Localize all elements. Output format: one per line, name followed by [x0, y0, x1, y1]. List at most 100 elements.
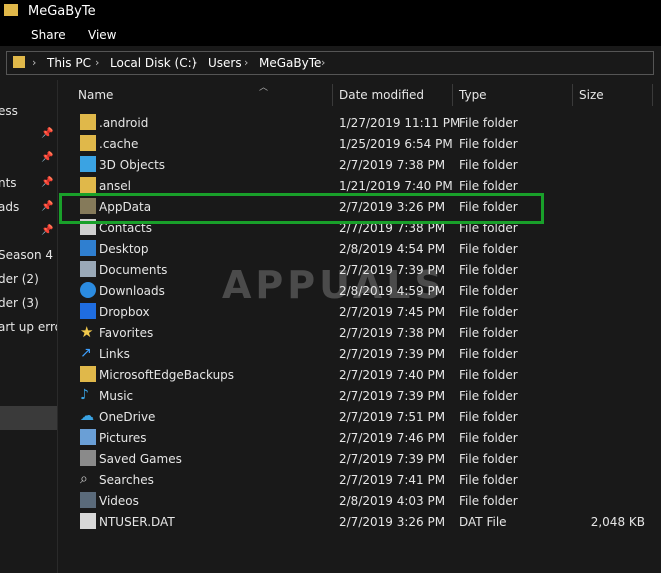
table-row[interactable]: Saved Games 2/7/2019 7:39 PM File folder — [60, 448, 661, 469]
downloads-icon — [80, 282, 96, 298]
column-divider[interactable] — [652, 84, 653, 106]
table-row[interactable]: Dropbox 2/7/2019 7:45 PM File folder — [60, 301, 661, 322]
address-bar: › This PC › Local Disk (C:) › Users › Me… — [0, 46, 661, 80]
folder-icon — [4, 4, 18, 16]
file-name: Documents — [99, 263, 168, 277]
table-row[interactable]: NTUSER.DAT 2/7/2019 3:26 PM DAT File 2,048 … — [60, 511, 661, 532]
file-date-modified: 1/27/2019 11:11 PM — [339, 116, 461, 130]
table-row[interactable]: 3D Objects 2/7/2019 7:38 PM File folder — [60, 154, 661, 175]
file-date-modified: 2/7/2019 7:45 PM — [339, 305, 446, 319]
nav-item-folder-3[interactable]: der (3) — [0, 296, 39, 310]
file-type: File folder — [459, 242, 518, 256]
folder-icon — [80, 177, 96, 193]
table-row[interactable]: ⌕ Searches 2/7/2019 7:41 PM File folder — [60, 469, 661, 490]
nav-item-downloads[interactable]: ads — [0, 200, 19, 214]
pictures-icon — [80, 429, 96, 445]
file-type: File folder — [459, 347, 518, 361]
nav-item-season[interactable]: Season 4 Co — [0, 248, 57, 262]
column-divider[interactable] — [452, 84, 453, 106]
column-type[interactable]: Type — [459, 88, 487, 102]
file-name: ansel — [99, 179, 131, 193]
music-icon: ♪ — [80, 387, 89, 403]
file-type: File folder — [459, 494, 518, 508]
nav-item-startup-error[interactable]: art up error — [0, 320, 57, 334]
table-row[interactable]: ↗ Links 2/7/2019 7:39 PM File folder — [60, 343, 661, 364]
table-row[interactable]: Documents 2/7/2019 7:39 PM File folder — [60, 259, 661, 280]
column-divider[interactable] — [572, 84, 573, 106]
file-date-modified: 2/7/2019 3:26 PM — [339, 515, 446, 529]
file-type: File folder — [459, 452, 518, 466]
table-row[interactable]: ♪ Music 2/7/2019 7:39 PM File folder — [60, 385, 661, 406]
column-name[interactable]: Name — [78, 88, 113, 102]
window-title: MeGaByTe — [28, 4, 96, 19]
search-icon: ⌕ — [80, 471, 88, 487]
file-date-modified: 2/7/2019 7:46 PM — [339, 431, 446, 445]
file-type: File folder — [459, 326, 518, 340]
file-date-modified: 1/21/2019 7:40 PM — [339, 179, 453, 193]
file-icon — [80, 513, 96, 529]
chevron-right-icon[interactable]: › — [193, 56, 197, 69]
file-name: .cache — [99, 137, 139, 151]
star-icon: ★ — [80, 323, 94, 341]
dropbox-icon — [80, 303, 96, 319]
highlight-box — [59, 193, 544, 224]
table-row[interactable]: MicrosoftEdgeBackups 2/7/2019 7:40 PM File… — [60, 364, 661, 385]
table-row[interactable]: .cache 1/25/2019 6:54 PM File folder — [60, 133, 661, 154]
nav-item-quick-access[interactable]: ess — [0, 104, 18, 118]
address-field[interactable]: › This PC › Local Disk (C:) › Users › Me… — [6, 51, 654, 75]
folder-icon — [80, 135, 96, 151]
navigation-pane[interactable]: ess 📌 📌 nts 📌 ads 📌 📌 Season 4 Co der (2… — [0, 80, 58, 573]
file-name: 3D Objects — [99, 158, 166, 172]
table-row[interactable]: Downloads 2/8/2019 4:59 PM File folder — [60, 280, 661, 301]
tab-view[interactable]: View — [88, 28, 116, 42]
file-type: File folder — [459, 284, 518, 298]
breadcrumb-this-pc[interactable]: This PC — [47, 56, 91, 70]
ribbon: Share View — [0, 24, 661, 46]
table-row[interactable]: Pictures 2/7/2019 7:46 PM File folder — [60, 427, 661, 448]
chevron-right-icon[interactable]: › — [244, 56, 248, 69]
links-icon: ↗ — [80, 345, 92, 361]
nav-item-documents[interactable]: nts — [0, 176, 17, 190]
table-row[interactable]: Desktop 2/8/2019 4:54 PM File folder — [60, 238, 661, 259]
chevron-right-icon[interactable]: › — [321, 56, 325, 69]
breadcrumb-local-disk[interactable]: Local Disk (C:) — [110, 56, 196, 70]
file-date-modified: 2/7/2019 7:51 PM — [339, 410, 446, 424]
column-divider[interactable] — [332, 84, 333, 106]
file-name: .android — [99, 116, 149, 130]
nav-item-selected[interactable] — [0, 406, 57, 430]
file-date-modified: 2/7/2019 7:38 PM — [339, 158, 446, 172]
pin-icon: 📌 — [41, 128, 54, 139]
sort-up-icon: ︿ — [259, 83, 269, 93]
file-date-modified: 2/8/2019 4:03 PM — [339, 494, 446, 508]
file-type: DAT File — [459, 515, 507, 529]
file-type: File folder — [459, 179, 518, 193]
pin-icon: 📌 — [41, 177, 54, 188]
folder-icon — [13, 56, 25, 68]
table-row[interactable]: .android 1/27/2019 11:11 PM File folder — [60, 112, 661, 133]
file-date-modified: 2/7/2019 7:39 PM — [339, 347, 446, 361]
chevron-right-icon[interactable]: › — [32, 56, 36, 69]
breadcrumb-megabyte[interactable]: MeGaByTe — [259, 56, 321, 70]
table-row[interactable]: ☁ OneDrive 2/7/2019 7:51 PM File folder — [60, 406, 661, 427]
file-type: File folder — [459, 389, 518, 403]
file-date-modified: 1/25/2019 6:54 PM — [339, 137, 453, 151]
chevron-right-icon[interactable]: › — [95, 56, 99, 69]
file-name: Links — [99, 347, 130, 361]
table-row[interactable]: ★ Favorites 2/7/2019 7:38 PM File folder — [60, 322, 661, 343]
column-date-modified[interactable]: Date modified — [339, 88, 424, 102]
file-date-modified: 2/7/2019 7:39 PM — [339, 389, 446, 403]
file-type: File folder — [459, 137, 518, 151]
file-type: File folder — [459, 263, 518, 277]
column-size[interactable]: Size — [579, 88, 604, 102]
file-name: NTUSER.DAT — [99, 515, 175, 529]
file-date-modified: 2/7/2019 7:39 PM — [339, 263, 446, 277]
folder-icon — [80, 366, 96, 382]
column-header: ︿ Name Date modified Type Size — [60, 80, 661, 110]
nav-item-folder-2[interactable]: der (2) — [0, 272, 39, 286]
3d-objects-icon — [80, 156, 96, 172]
breadcrumb-users[interactable]: Users — [208, 56, 242, 70]
tab-share[interactable]: Share — [31, 28, 66, 42]
file-date-modified: 2/8/2019 4:59 PM — [339, 284, 446, 298]
folder-icon — [80, 114, 96, 130]
table-row[interactable]: Videos 2/8/2019 4:03 PM File folder — [60, 490, 661, 511]
